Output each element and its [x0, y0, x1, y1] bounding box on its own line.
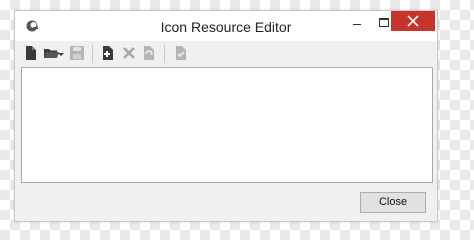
delete-icon[interactable]	[121, 45, 137, 61]
minimize-icon[interactable]	[343, 11, 371, 33]
new-file-icon[interactable]	[23, 45, 39, 61]
resource-list-area[interactable]	[21, 67, 433, 183]
apply-icon[interactable]	[173, 45, 189, 61]
dropdown-arrow-icon[interactable]	[57, 45, 65, 61]
replace-icon[interactable]	[141, 45, 157, 61]
close-icon[interactable]	[391, 11, 435, 31]
toolbar-separator	[92, 45, 93, 63]
toolbar-separator	[164, 45, 165, 63]
close-x-glyph-icon	[407, 15, 419, 27]
toolbar	[20, 41, 432, 67]
close-button[interactable]: Close	[360, 192, 426, 213]
icon-resource-editor-window: Icon Resource Editor Close	[14, 10, 438, 222]
save-icon[interactable]	[69, 45, 85, 61]
title-bar[interactable]: Icon Resource Editor	[15, 11, 437, 41]
add-resource-icon[interactable]	[100, 45, 116, 61]
